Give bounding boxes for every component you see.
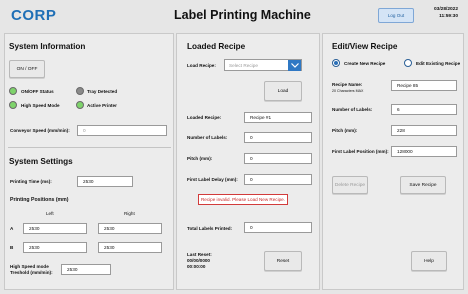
pitch-field: 0 <box>244 153 312 164</box>
save-recipe-button[interactable]: Save Recipe <box>400 176 446 194</box>
conveyor-speed-field[interactable]: 0 <box>77 125 167 136</box>
row-a-label: A <box>10 226 14 231</box>
system-info-title: System Information <box>9 42 86 51</box>
hs-threshold-label: High Speed mode Treshold (mm/min): <box>10 264 53 276</box>
recipe-select[interactable]: Select Recipe <box>224 59 302 71</box>
printing-time-field[interactable]: 2530 <box>77 176 133 187</box>
edit-pitch-field[interactable]: 228 <box>391 125 457 136</box>
edit-existing-radio[interactable] <box>404 59 412 67</box>
delete-recipe-button[interactable]: Delete Recipe <box>332 176 368 194</box>
hs-threshold-field[interactable]: 2530 <box>61 264 111 275</box>
create-new-radio[interactable] <box>332 59 340 67</box>
active-printer-label: Active Printer <box>87 103 117 108</box>
load-button[interactable]: Load <box>264 81 302 101</box>
first-label-delay-field: 0 <box>244 174 312 185</box>
recipe-name-label: Recipe Name: <box>332 82 363 87</box>
system-settings-title: System Settings <box>9 157 73 166</box>
load-recipe-label: Load Recipe: <box>187 63 216 68</box>
high-speed-label: High Speed Mode <box>21 103 60 108</box>
conveyor-speed-label: Conveyor Speed (mm/min): <box>10 128 70 133</box>
position-b-right-field[interactable]: 2530 <box>98 242 162 253</box>
edit-pitch-label: Pitch (mm): <box>332 128 358 133</box>
printing-time-label: Printing Time (ms): <box>10 179 52 184</box>
app-title: Label Printing Machine <box>174 8 311 22</box>
loaded-recipe-title: Loaded Recipe <box>187 42 246 51</box>
total-labels-label: Total Labels Printed: <box>187 226 233 231</box>
row-b-label: B <box>10 245 14 250</box>
recipe-select-placeholder: Select Recipe <box>229 62 258 68</box>
num-labels-label: Number of Labels: <box>187 135 228 140</box>
loaded-recipe-field: Recipe #1 <box>244 112 312 123</box>
create-new-label[interactable]: Create New Recipe <box>344 61 385 66</box>
edit-recipe-title: Edit/View Recipe <box>332 42 398 51</box>
first-label-position-field[interactable]: 128000 <box>391 146 457 157</box>
logout-button[interactable]: Log Out <box>378 8 414 23</box>
onoff-status-label: ON/OFF Status <box>21 89 54 94</box>
last-reset: Last Reset: 00/00/0000 00:00:00 <box>187 252 212 270</box>
chevron-down-icon[interactable] <box>288 59 301 71</box>
edit-existing-label[interactable]: Edit Existing Recipe <box>416 61 460 66</box>
onoff-status-led <box>9 87 17 95</box>
onoff-button[interactable]: ON / OFF <box>9 60 45 78</box>
datetime: 03/28/2022 11:59:30 <box>434 7 458 20</box>
recipe-error-message: Recipe invalid. Please Load New Recipe. <box>198 194 288 205</box>
printing-positions-label: Printing Positions (mm) <box>10 197 69 203</box>
first-label-delay-label: First Label Delay (mm): <box>187 177 238 182</box>
position-a-right-field[interactable]: 2530 <box>98 223 162 234</box>
reset-button[interactable]: Reset <box>264 251 302 271</box>
position-b-left-field[interactable]: 2530 <box>23 242 87 253</box>
first-label-position-label: First Label Position (mm): <box>332 149 389 154</box>
radio-selected-dot <box>334 61 338 65</box>
loaded-recipe-label: Loaded Recipe: <box>187 115 222 120</box>
date-text: 03/28/2022 <box>433 7 458 12</box>
num-labels-field: 0 <box>244 132 312 143</box>
tray-detected-led <box>76 87 84 95</box>
right-column-label: Right <box>124 211 135 216</box>
hs-threshold-label-line2: Treshold (mm/min): <box>10 270 53 275</box>
logo: CORP <box>11 7 57 24</box>
pitch-label: Pitch (mm): <box>187 156 213 161</box>
edit-num-labels-field[interactable]: 6 <box>391 104 457 115</box>
total-labels-field: 0 <box>244 222 312 233</box>
tray-detected-label: Tray Detected <box>87 89 118 94</box>
recipe-name-field[interactable]: Recipe 85 <box>391 80 457 91</box>
edit-num-labels-label: Number of Labels: <box>332 107 373 112</box>
high-speed-led <box>9 101 17 109</box>
recipe-name-hint: 20 Characters MAX <box>332 89 364 93</box>
section-divider <box>8 147 171 148</box>
left-column-label: Left <box>46 211 54 216</box>
position-a-left-field[interactable]: 2530 <box>23 223 87 234</box>
time-text: 11:59:30 <box>439 13 458 19</box>
last-reset-time: 00:00:00 <box>187 264 206 269</box>
help-button[interactable]: Help <box>411 251 447 271</box>
active-printer-led <box>76 101 84 109</box>
